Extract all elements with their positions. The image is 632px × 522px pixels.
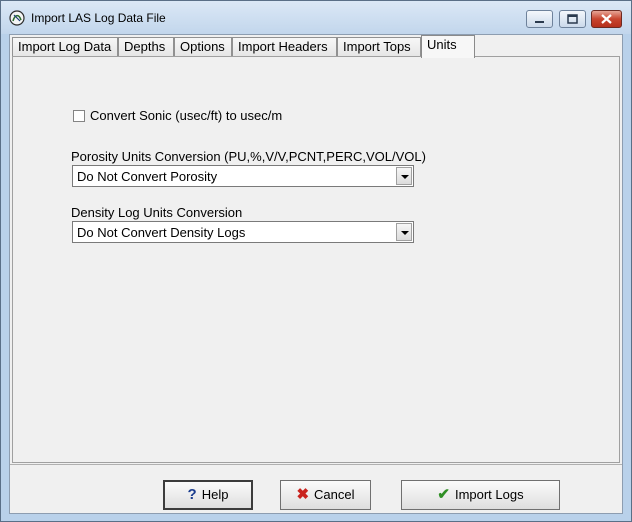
- help-icon: ?: [187, 486, 197, 503]
- footer-divider: [10, 464, 622, 465]
- tab-import-headers[interactable]: Import Headers: [232, 37, 337, 57]
- tab-depths[interactable]: Depths: [118, 37, 174, 57]
- cancel-button-label: Cancel: [314, 487, 355, 502]
- title-bar[interactable]: Import LAS Log Data File: [1, 1, 631, 34]
- close-button[interactable]: [591, 10, 622, 28]
- minimize-button[interactable]: [526, 10, 553, 28]
- close-icon: [601, 14, 612, 24]
- convert-sonic-checkbox[interactable]: [73, 110, 85, 122]
- tab-import-tops[interactable]: Import Tops: [337, 37, 421, 57]
- tab-options[interactable]: Options: [174, 37, 232, 57]
- convert-sonic-label[interactable]: Convert Sonic (usec/ft) to usec/m: [90, 108, 282, 123]
- dialog-window: Import LAS Log Data File Import Log Data…: [0, 0, 632, 522]
- porosity-conversion-value: Do Not Convert Porosity: [77, 169, 218, 184]
- porosity-conversion-select[interactable]: Do Not Convert Porosity: [72, 165, 414, 187]
- app-logo-icon: [9, 10, 25, 26]
- density-conversion-value: Do Not Convert Density Logs: [77, 225, 246, 240]
- maximize-icon: [567, 14, 578, 24]
- tab-import-log-data[interactable]: Import Log Data: [12, 37, 118, 57]
- maximize-button[interactable]: [559, 10, 586, 28]
- import-logs-button[interactable]: ✔ Import Logs: [401, 480, 560, 510]
- checkmark-icon: ✔: [437, 486, 450, 503]
- cancel-x-icon: ✖: [296, 486, 310, 503]
- help-button-label: Help: [201, 487, 229, 502]
- chevron-down-icon[interactable]: [396, 167, 412, 185]
- window-title: Import LAS Log Data File: [31, 11, 166, 25]
- porosity-conversion-label: Porosity Units Conversion (PU,%,V/V,PCNT…: [71, 149, 426, 164]
- minimize-icon: [535, 21, 544, 23]
- density-conversion-label: Density Log Units Conversion: [71, 205, 243, 220]
- tab-units[interactable]: Units: [421, 35, 475, 58]
- help-button[interactable]: ? Help: [163, 480, 253, 510]
- import-logs-button-label: Import Logs: [454, 487, 524, 502]
- cancel-button[interactable]: ✖ Cancel: [280, 480, 371, 510]
- density-conversion-select[interactable]: Do Not Convert Density Logs: [72, 221, 414, 243]
- chevron-down-icon[interactable]: [396, 223, 412, 241]
- dialog-client-area: Import Log Data Depths Options Import He…: [9, 34, 623, 514]
- units-tab-panel: Convert Sonic (usec/ft) to usec/m Porosi…: [12, 56, 620, 463]
